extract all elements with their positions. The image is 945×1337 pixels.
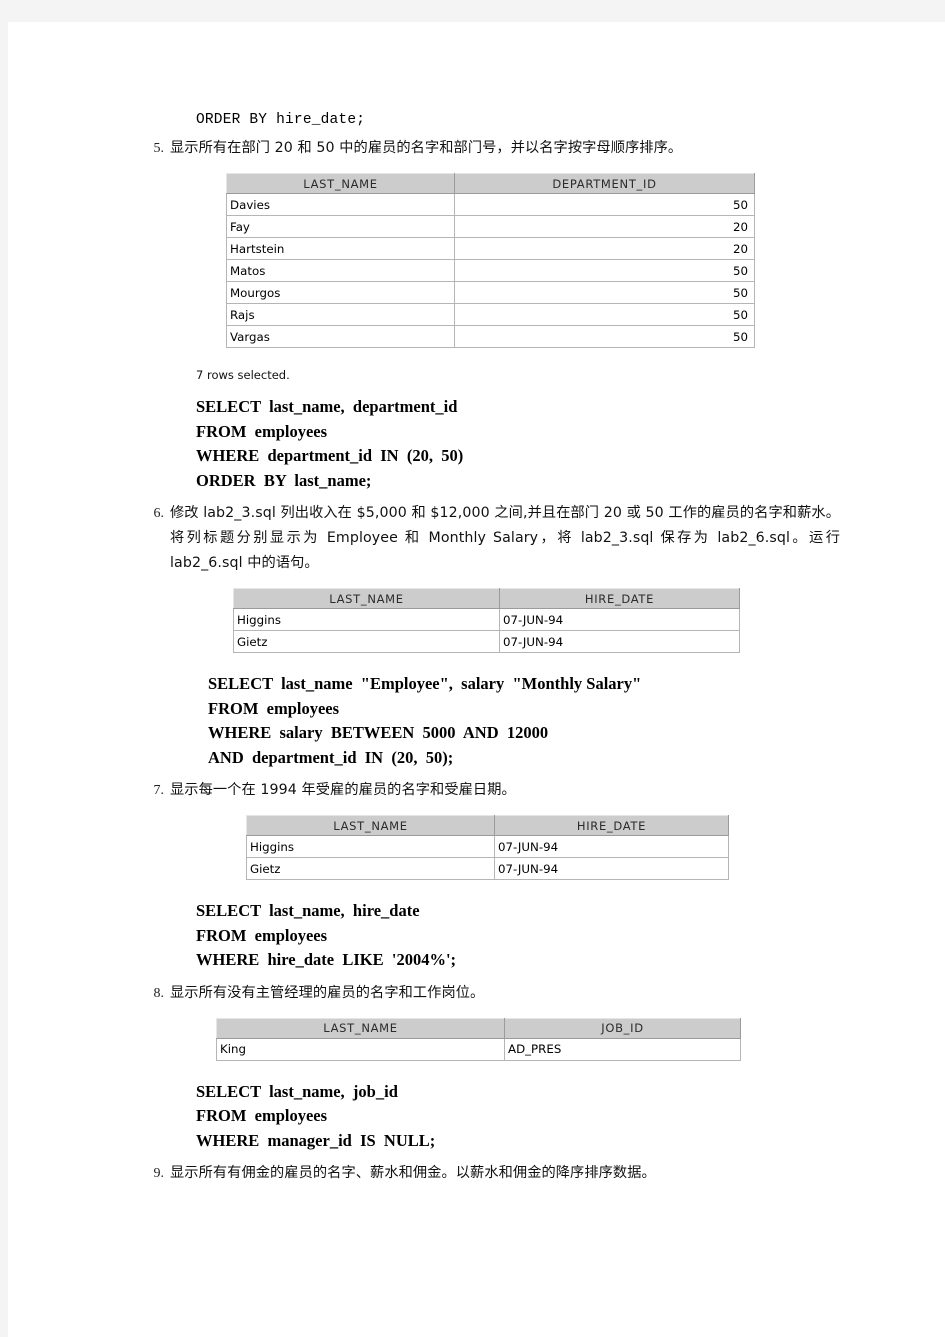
table-row: Rajs 50 — [226, 303, 755, 326]
result-table-6-wrap: LAST_NAME HIRE_DATE Higgins 07-JUN-94 Gie… — [140, 578, 840, 659]
sql-line: FROM employees — [196, 925, 328, 945]
cell-last-name: Higgins — [233, 608, 500, 631]
table-header-row: LAST_NAME HIRE_DATE — [233, 588, 740, 609]
cell-department-id: 20 — [454, 215, 755, 238]
cell-last-name: Mourgos — [226, 281, 455, 304]
cell-department-id: 20 — [454, 237, 755, 260]
cell-last-name: King — [216, 1037, 505, 1061]
table-row: Higgins 07-JUN-94 — [233, 608, 740, 631]
cell-hire-date: 07-JUN-94 — [499, 608, 740, 631]
sql-line: WHERE hire_date LIKE '2004%'; — [196, 950, 457, 969]
sql-line: FROM employees — [196, 421, 328, 441]
column-header: JOB_ID — [504, 1017, 741, 1039]
item-text: 修改 lab2_3.sql 列出收入在 $5,000 和 $12,000 之间,… — [170, 505, 840, 571]
sql-line: FROM employees — [208, 698, 340, 718]
item-text: 显示所有有佣金的雇员的名字、薪水和佣金。以薪水和佣金的降序排序数据。 — [170, 1165, 656, 1181]
sql-line: WHERE manager_id IS NULL; — [196, 1130, 436, 1150]
result-table-5-wrap: LAST_NAME DEPARTMENT_ID Davies 50 Fay 20 H… — [140, 163, 840, 354]
cell-department-id: 50 — [454, 325, 755, 348]
item-number: 7. — [153, 783, 165, 798]
result-table-8-wrap: LAST_NAME JOB_ID King AD_PRES — [140, 1008, 840, 1067]
list-item: 5. 显示所有在部门 20 和 50 中的雇员的名字和部门号，并以名字按字母顺序… — [140, 136, 840, 161]
item-number: 5. — [153, 141, 165, 156]
rows-selected-note: 7 rows selected. — [196, 368, 290, 382]
table-row: Gietz 07-JUN-94 — [246, 857, 729, 880]
sql-block-5: SELECT last_name, department_id FROM emp… — [196, 395, 840, 493]
result-table-7: LAST_NAME HIRE_DATE Higgins 07-JUN-94 Gie… — [246, 815, 729, 880]
cell-last-name: Hartstein — [226, 237, 455, 260]
item-text: 显示所有在部门 20 和 50 中的雇员的名字和部门号，并以名字按字母顺序排序。 — [170, 140, 683, 156]
table-row: Vargas 50 — [226, 325, 755, 348]
column-header: HIRE_DATE — [494, 815, 729, 836]
list-item: 9. 显示所有有佣金的雇员的名字、薪水和佣金。以薪水和佣金的降序排序数据。 — [140, 1161, 840, 1186]
cell-last-name: Matos — [226, 259, 455, 282]
column-header: DEPARTMENT_ID — [454, 173, 755, 194]
cell-hire-date: 07-JUN-94 — [499, 630, 740, 653]
list-item: 6. 修改 lab2_3.sql 列出收入在 $5,000 和 $12,000 … — [140, 501, 840, 576]
sql-block-8: SELECT last_name, job_id FROM employees … — [196, 1080, 840, 1154]
cell-last-name: Rajs — [226, 303, 455, 326]
cell-department-id: 50 — [454, 193, 755, 216]
column-header: LAST_NAME — [233, 588, 500, 609]
column-header: LAST_NAME — [216, 1017, 505, 1039]
result-table-7-wrap: LAST_NAME HIRE_DATE Higgins 07-JUN-94 Gie… — [140, 805, 840, 886]
table-row: King AD_PRES — [216, 1037, 741, 1061]
sql-line: ORDER BY last_name; — [196, 470, 372, 490]
column-header: LAST_NAME — [246, 815, 495, 836]
result-table-8: LAST_NAME JOB_ID King AD_PRES — [216, 1017, 741, 1061]
sql-line: WHERE department_id IN (20, 50) — [196, 446, 464, 465]
table-row: Gietz 07-JUN-94 — [233, 630, 740, 653]
table-row: Matos 50 — [226, 259, 755, 282]
item-number: 6. — [153, 506, 165, 521]
cell-last-name: Gietz — [233, 630, 500, 653]
sql-line: FROM employees — [196, 1106, 328, 1125]
table-row: Hartstein 20 — [226, 237, 755, 260]
table-row: Mourgos 50 — [226, 281, 755, 304]
code-line-order-by: ORDER BY hire_date; — [196, 112, 366, 128]
cell-hire-date: 07-JUN-94 — [494, 835, 729, 858]
sql-line: WHERE salary BETWEEN 5000 AND 12000 — [208, 723, 549, 742]
table-row: Davies 50 — [226, 193, 755, 216]
cell-department-id: 50 — [454, 281, 755, 304]
item-text: 显示所有没有主管经理的雇员的名字和工作岗位。 — [170, 984, 485, 1001]
cell-hire-date: 07-JUN-94 — [494, 857, 729, 880]
sql-line: SELECT last_name, hire_date — [196, 901, 420, 920]
result-table-6: LAST_NAME HIRE_DATE Higgins 07-JUN-94 Gie… — [233, 588, 740, 653]
result-table-5: LAST_NAME DEPARTMENT_ID Davies 50 Fay 20 H… — [226, 173, 755, 348]
column-header: HIRE_DATE — [499, 588, 740, 609]
sql-line: SELECT last_name "Employee", salary "Mon… — [208, 674, 642, 693]
table-row: Fay 20 — [226, 215, 755, 238]
sql-line: SELECT last_name, department_id — [196, 397, 458, 416]
cell-department-id: 50 — [454, 303, 755, 326]
table-row: Higgins 07-JUN-94 — [246, 835, 729, 858]
document-page: ORDER BY hire_date; 5. 显示所有在部门 20 和 50 中… — [8, 22, 945, 1337]
document-content: ORDER BY hire_date; 5. 显示所有在部门 20 和 50 中… — [140, 110, 840, 1188]
table-header-row: LAST_NAME JOB_ID — [216, 1017, 741, 1039]
item-number: 8. — [153, 985, 165, 1001]
cell-job-id: AD_PRES — [504, 1037, 741, 1061]
sql-block-7: SELECT last_name, hire_date FROM employe… — [196, 899, 840, 973]
item-text: 显示每一个在 1994 年受雇的雇员的名字和受雇日期。 — [170, 782, 516, 798]
sql-block-6: SELECT last_name "Employee", salary "Mon… — [208, 672, 840, 770]
column-header: LAST_NAME — [226, 173, 455, 194]
table-header-row: LAST_NAME HIRE_DATE — [246, 815, 729, 836]
list-item: 8. 显示所有没有主管经理的雇员的名字和工作岗位。 — [140, 981, 840, 1006]
cell-last-name: Vargas — [226, 325, 455, 348]
sql-line: AND department_id IN (20, 50); — [208, 747, 454, 767]
cell-last-name: Higgins — [246, 835, 495, 858]
sql-line: SELECT last_name, job_id — [196, 1081, 398, 1101]
cell-last-name: Fay — [226, 215, 455, 238]
cell-last-name: Gietz — [246, 857, 495, 880]
cell-last-name: Davies — [226, 193, 455, 216]
list-item: 7. 显示每一个在 1994 年受雇的雇员的名字和受雇日期。 — [140, 778, 840, 803]
table-header-row: LAST_NAME DEPARTMENT_ID — [226, 173, 755, 194]
item-number: 9. — [153, 1166, 165, 1181]
cell-department-id: 50 — [454, 259, 755, 282]
